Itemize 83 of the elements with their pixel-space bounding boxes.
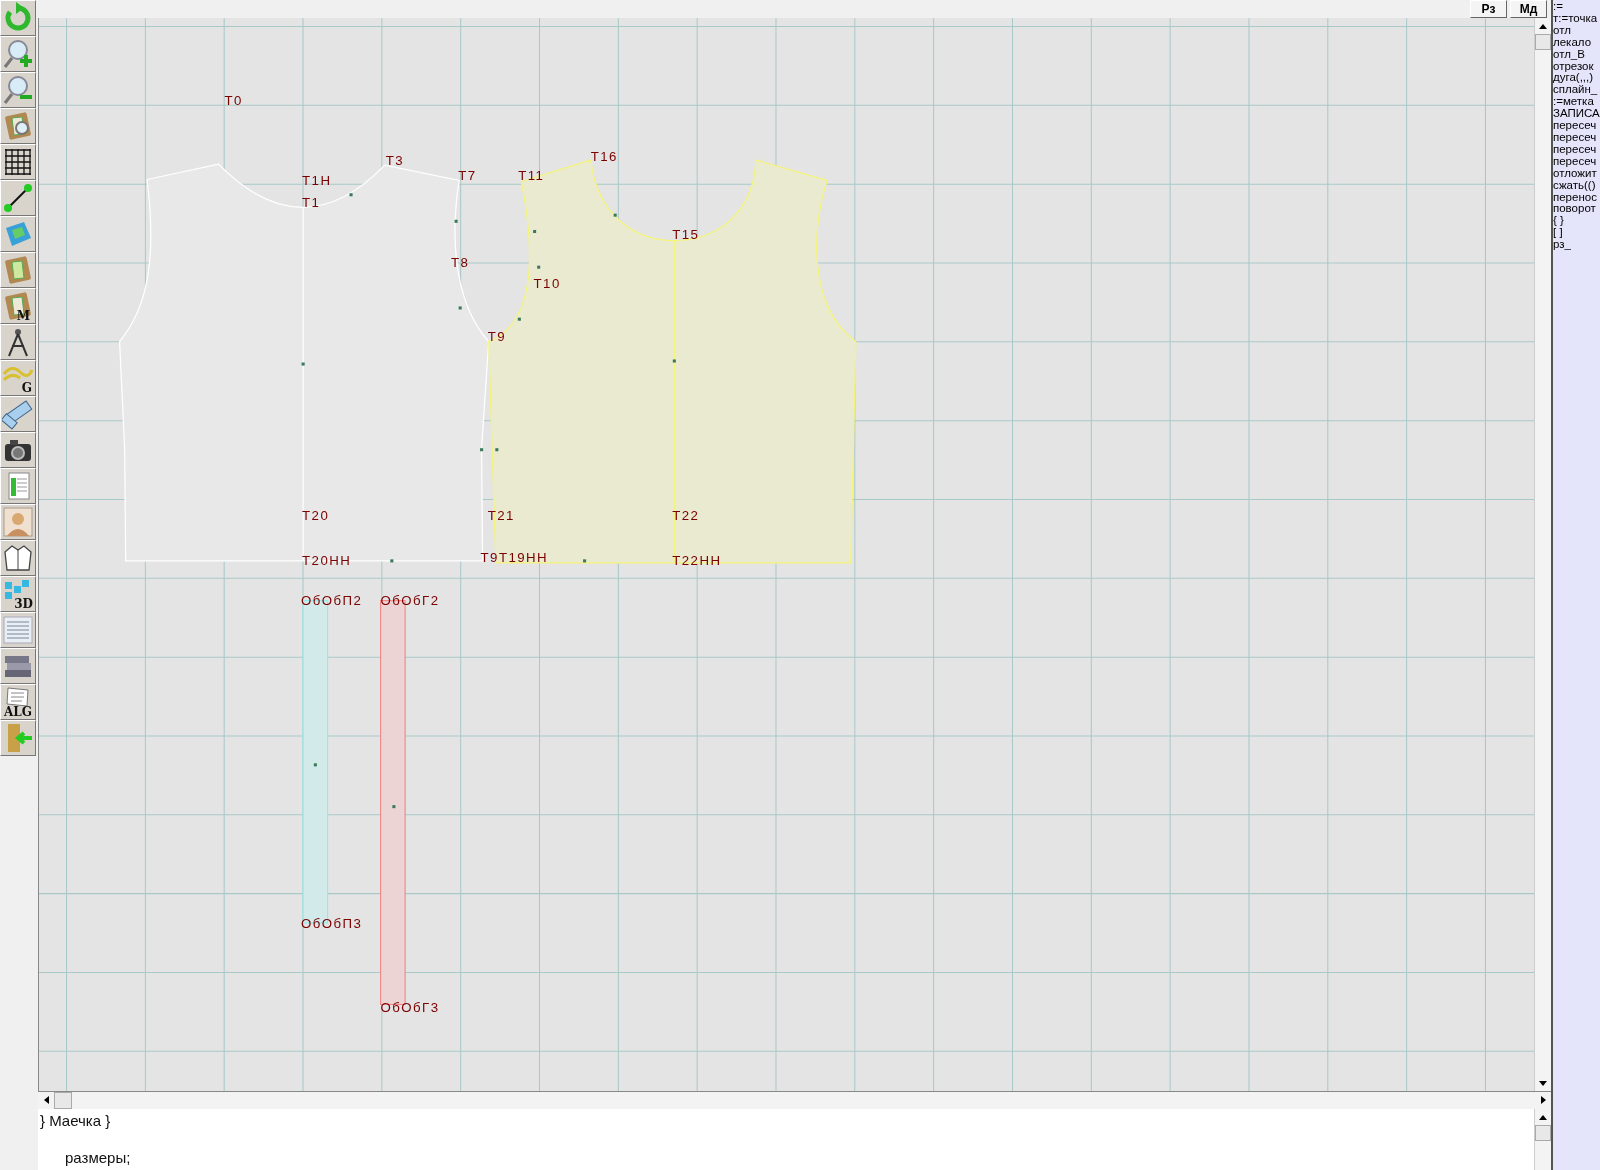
command-item[interactable]: отл [1553, 24, 1600, 37]
point-marker [390, 559, 394, 563]
command-item[interactable]: т:=точка [1553, 12, 1600, 25]
point-label: Т8 [451, 255, 470, 271]
point-label: Т11 [518, 168, 545, 184]
ruler-icon [2, 398, 34, 430]
grid-icon [2, 146, 34, 178]
command-item[interactable]: пересеч [1553, 131, 1600, 144]
point-marker [517, 317, 521, 321]
zoom-in-icon [2, 38, 34, 70]
command-item[interactable]: [ ] [1553, 227, 1600, 240]
command-item[interactable]: :=метка [1553, 96, 1600, 109]
command-item[interactable]: { } [1553, 215, 1600, 228]
command-item[interactable]: отложит [1553, 167, 1600, 180]
point-label: Т3 [385, 153, 405, 169]
tool-button[interactable] [0, 540, 36, 576]
pattern-icon [2, 254, 34, 286]
point-label: Т16 [590, 149, 618, 165]
point-marker [583, 559, 587, 563]
code-line: размеры; [64, 1148, 132, 1167]
command-item[interactable]: дуга(,,,) [1553, 72, 1600, 85]
point-label: Т9 [487, 328, 507, 344]
point-label: Т1 [302, 195, 321, 210]
point-label: ОбОбГ3 [380, 999, 440, 1015]
code-line: } Маечка } [40, 1111, 112, 1130]
mode-button[interactable]: Рз [1470, 0, 1507, 18]
point-marker [537, 265, 541, 269]
command-item[interactable]: пересеч [1553, 120, 1600, 132]
point-label: Т22 [672, 508, 700, 524]
point-marker [495, 448, 499, 452]
zoom-out-icon [2, 74, 34, 106]
horizontal-scrollbar[interactable] [38, 1091, 1551, 1109]
point-label: Т0 [224, 93, 243, 109]
point-marker [672, 359, 676, 363]
point-label: Т10 [533, 275, 561, 291]
point-label: ОбОбГ2 [380, 592, 440, 608]
point-marker [392, 805, 396, 809]
command-item[interactable]: рз_ [1553, 239, 1600, 252]
point-marker [349, 193, 353, 197]
tool-button[interactable] [0, 432, 36, 468]
tool-button[interactable]: 3D [0, 576, 36, 612]
tool-button[interactable]: G [0, 360, 36, 396]
point-label: Т22НН [672, 552, 722, 568]
point-label: Т9Т19НН [480, 549, 548, 565]
command-item[interactable]: поворот [1553, 203, 1600, 216]
tool-button[interactable]: M [0, 288, 36, 324]
point-marker [301, 362, 305, 366]
command-item[interactable]: сжать(() [1553, 179, 1600, 192]
command-item[interactable]: перенос [1553, 191, 1600, 204]
mode-button[interactable]: Мд [1510, 0, 1547, 18]
point-label: Т20 [302, 508, 330, 524]
command-item[interactable]: пересеч [1553, 143, 1600, 156]
command-item[interactable]: сплайн_ [1553, 84, 1600, 97]
tool-button[interactable] [0, 324, 36, 360]
tool-button[interactable]: ALG [0, 684, 36, 720]
command-item[interactable]: лекало [1553, 36, 1600, 49]
command-item[interactable]: пересеч [1553, 155, 1600, 168]
person-icon [2, 506, 34, 538]
tool-button[interactable] [0, 180, 36, 216]
command-item[interactable]: := [1553, 1, 1600, 13]
command-item[interactable]: ЗАПИСА [1553, 108, 1600, 121]
code-editor[interactable]: } Маечка } размеры; [38, 1109, 1534, 1170]
point-marker [313, 763, 317, 767]
vertical-scrollbar[interactable] [1534, 1109, 1551, 1170]
point-label: Т15 [672, 226, 700, 242]
point-label: Т7 [458, 168, 477, 184]
point-label: Т20НН [302, 552, 352, 568]
point-marker [480, 448, 484, 452]
point-label: Т21 [487, 508, 515, 524]
point-marker [454, 219, 458, 223]
list-icon [2, 614, 34, 646]
tool-button[interactable] [0, 144, 36, 180]
vertical-scrollbar[interactable] [1534, 18, 1551, 1091]
point-marker [613, 213, 617, 217]
point-label: Т1Н [302, 172, 332, 188]
point-marker [533, 229, 537, 233]
point-label: ОбОбП3 [301, 916, 363, 931]
point-label: ОбОбП2 [301, 592, 363, 608]
pattern-search-icon [2, 110, 34, 142]
point-marker [458, 306, 462, 310]
command-item[interactable]: отл_В [1553, 48, 1600, 61]
line-icon [2, 182, 34, 214]
command-item[interactable]: отрезок [1553, 60, 1600, 73]
